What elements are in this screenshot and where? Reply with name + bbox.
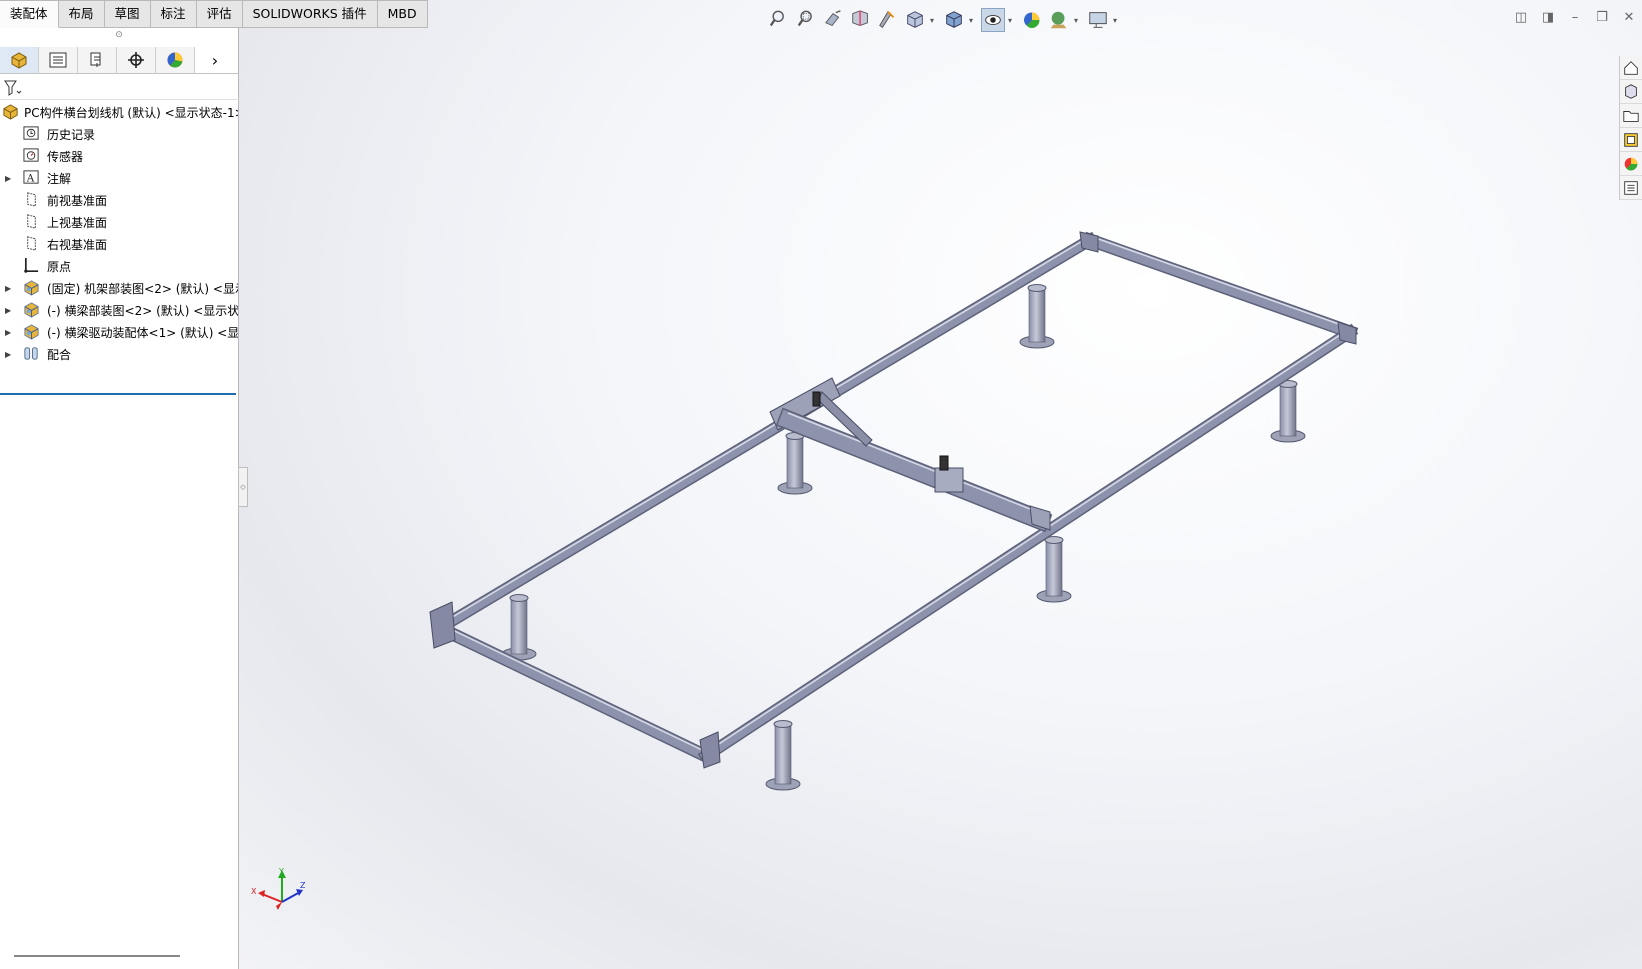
leg-post-4 xyxy=(1045,539,1063,597)
display-style-button[interactable] xyxy=(942,8,966,32)
edit-appearance-button[interactable] xyxy=(1020,8,1044,32)
dropdown-arrow-icon[interactable]: ▾ xyxy=(1074,16,1083,25)
hide-show-items-icon xyxy=(985,14,1001,26)
solidworks-resources-tab[interactable] xyxy=(1620,56,1642,80)
rail-right-highlight xyxy=(705,327,1351,754)
dropdown-arrow-icon[interactable]: ▾ xyxy=(1008,16,1017,25)
solidworks-resources-icon xyxy=(1624,60,1638,75)
view-settings-icon xyxy=(1089,12,1107,28)
leg-post-1 xyxy=(1028,287,1046,343)
gantry-beam xyxy=(769,377,1053,533)
minimize-icon[interactable]: – xyxy=(1566,8,1584,26)
edit-appearance-icon xyxy=(1023,12,1040,29)
tab-5[interactable]: SOLIDWORKS 插件 xyxy=(242,0,378,28)
appearances-icon xyxy=(1624,157,1638,170)
triad-y-label: Y xyxy=(278,868,284,876)
custom-properties-tab[interactable] xyxy=(1620,176,1642,200)
marking-head-carriage xyxy=(934,467,964,493)
tile-left-icon[interactable]: ◫ xyxy=(1512,8,1530,26)
dropdown-arrow-icon[interactable]: ▾ xyxy=(930,16,939,25)
leg-cap-5 xyxy=(509,594,529,602)
end-beam-far xyxy=(1083,233,1357,339)
view-settings-button[interactable] xyxy=(1086,8,1110,32)
leg-post-2 xyxy=(1279,383,1297,437)
end-beam-far-highlight xyxy=(1089,235,1351,329)
hide-show-items-button[interactable] xyxy=(981,8,1005,32)
heads-up-view-toolbar: ▾ ▾ ▾ ▾ ▾ xyxy=(768,7,1122,33)
file-explorer-icon xyxy=(1623,110,1639,122)
leg-cap-6 xyxy=(773,720,793,728)
apply-scene-button[interactable] xyxy=(1047,8,1071,32)
triad-z-label: Z xyxy=(300,881,306,890)
appearances-tab[interactable] xyxy=(1620,152,1642,176)
gantry-crossbeam xyxy=(777,409,1051,531)
end-beam-near xyxy=(433,621,713,763)
restore-icon[interactable]: ❐ xyxy=(1593,8,1611,26)
task-pane-tabs xyxy=(1619,56,1642,200)
previous-view-icon xyxy=(825,10,841,27)
file-explorer-tab[interactable] xyxy=(1620,104,1642,128)
section-view-icon xyxy=(852,10,868,26)
dropdown-arrow-icon[interactable]: ▾ xyxy=(969,16,978,25)
custom-properties-icon xyxy=(1624,180,1638,195)
design-library-icon xyxy=(1625,83,1637,99)
drive-motor xyxy=(812,391,821,407)
zoom-to-fit-button[interactable] xyxy=(768,8,792,32)
tab-1[interactable]: 布局 xyxy=(58,0,105,28)
window-controls: ◫ ◨ – ❐ ✕ xyxy=(1512,8,1638,26)
design-library-tab[interactable] xyxy=(1620,80,1642,104)
leg-post-6 xyxy=(774,723,792,785)
reference-triad: Y X Z xyxy=(251,868,306,910)
tab-3[interactable]: 标注 xyxy=(150,0,197,28)
view-orientation-icon xyxy=(907,11,923,28)
panel-collapse-handle[interactable]: ◇ xyxy=(238,467,248,507)
leg-post-5 xyxy=(510,597,528,655)
triad-x-label: X xyxy=(251,887,257,896)
dynamic-annotation-icon xyxy=(879,11,895,28)
zoom-to-fit-icon xyxy=(769,10,784,27)
end-beam-near-highlight xyxy=(439,623,707,753)
command-manager-tabs: 装配体 布局 草图 标注 评估 SOLIDWORKS 插件 MBD xyxy=(0,0,428,28)
corner-plate-near-left xyxy=(429,601,456,649)
frame-rails xyxy=(429,231,1359,769)
tab-0[interactable]: 装配体 xyxy=(0,0,59,28)
view-orientation-button[interactable] xyxy=(903,8,927,32)
gantry-crossbeam-highlight xyxy=(787,412,1041,514)
corner-plate-near-right xyxy=(699,731,721,769)
view-palette-icon xyxy=(1624,132,1638,147)
dynamic-annotation-button[interactable] xyxy=(876,8,900,32)
view-palette-tab[interactable] xyxy=(1620,128,1642,152)
tab-6[interactable]: MBD xyxy=(377,0,428,28)
tab-4[interactable]: 评估 xyxy=(196,0,243,28)
apply-scene-icon xyxy=(1050,11,1067,29)
leg-cap-1 xyxy=(1027,284,1047,292)
section-view-button[interactable] xyxy=(849,8,873,32)
zoom-to-area-icon xyxy=(797,10,812,27)
dropdown-arrow-icon[interactable]: ▾ xyxy=(1113,16,1122,25)
leg-post-3 xyxy=(786,435,804,489)
display-style-icon xyxy=(946,11,962,28)
zoom-to-area-button[interactable] xyxy=(795,8,819,32)
tab-2[interactable]: 草图 xyxy=(104,0,151,28)
close-icon[interactable]: ✕ xyxy=(1620,8,1638,26)
tile-right-icon[interactable]: ◨ xyxy=(1539,8,1557,26)
marking-tool xyxy=(939,455,949,471)
previous-view-button[interactable] xyxy=(822,8,846,32)
